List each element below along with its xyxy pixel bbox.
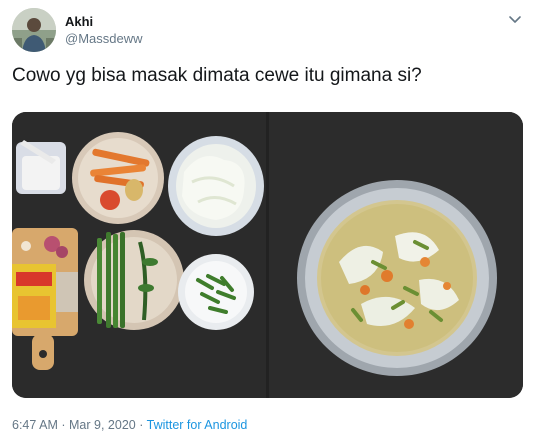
meta-separator: · [139,418,144,432]
username[interactable]: @Massdeww [65,30,143,47]
cooked-soup-photo[interactable] [269,112,523,398]
tweet-card: Akhi @Massdeww Cowo yg bisa masak dimata… [0,0,538,444]
tweet-text: Cowo yg bisa masak dimata cewe itu giman… [12,65,422,86]
media-grid [12,112,523,398]
tweet-time[interactable]: 6:47 AM [12,418,58,432]
avatar[interactable] [12,8,56,52]
chevron-down-icon[interactable] [506,10,524,28]
display-name[interactable]: Akhi [65,14,143,30]
tweet-meta: 6:47 AM · Mar 9, 2020 · Twitter for Andr… [12,418,247,432]
raw-ingredients-photo[interactable] [12,112,266,398]
avatar-image [12,8,56,52]
meta-separator: · [61,418,66,432]
tweet-source-link[interactable]: Twitter for Android [147,418,248,432]
author-block[interactable]: Akhi @Massdeww [65,14,143,47]
tweet-date[interactable]: Mar 9, 2020 [69,418,136,432]
